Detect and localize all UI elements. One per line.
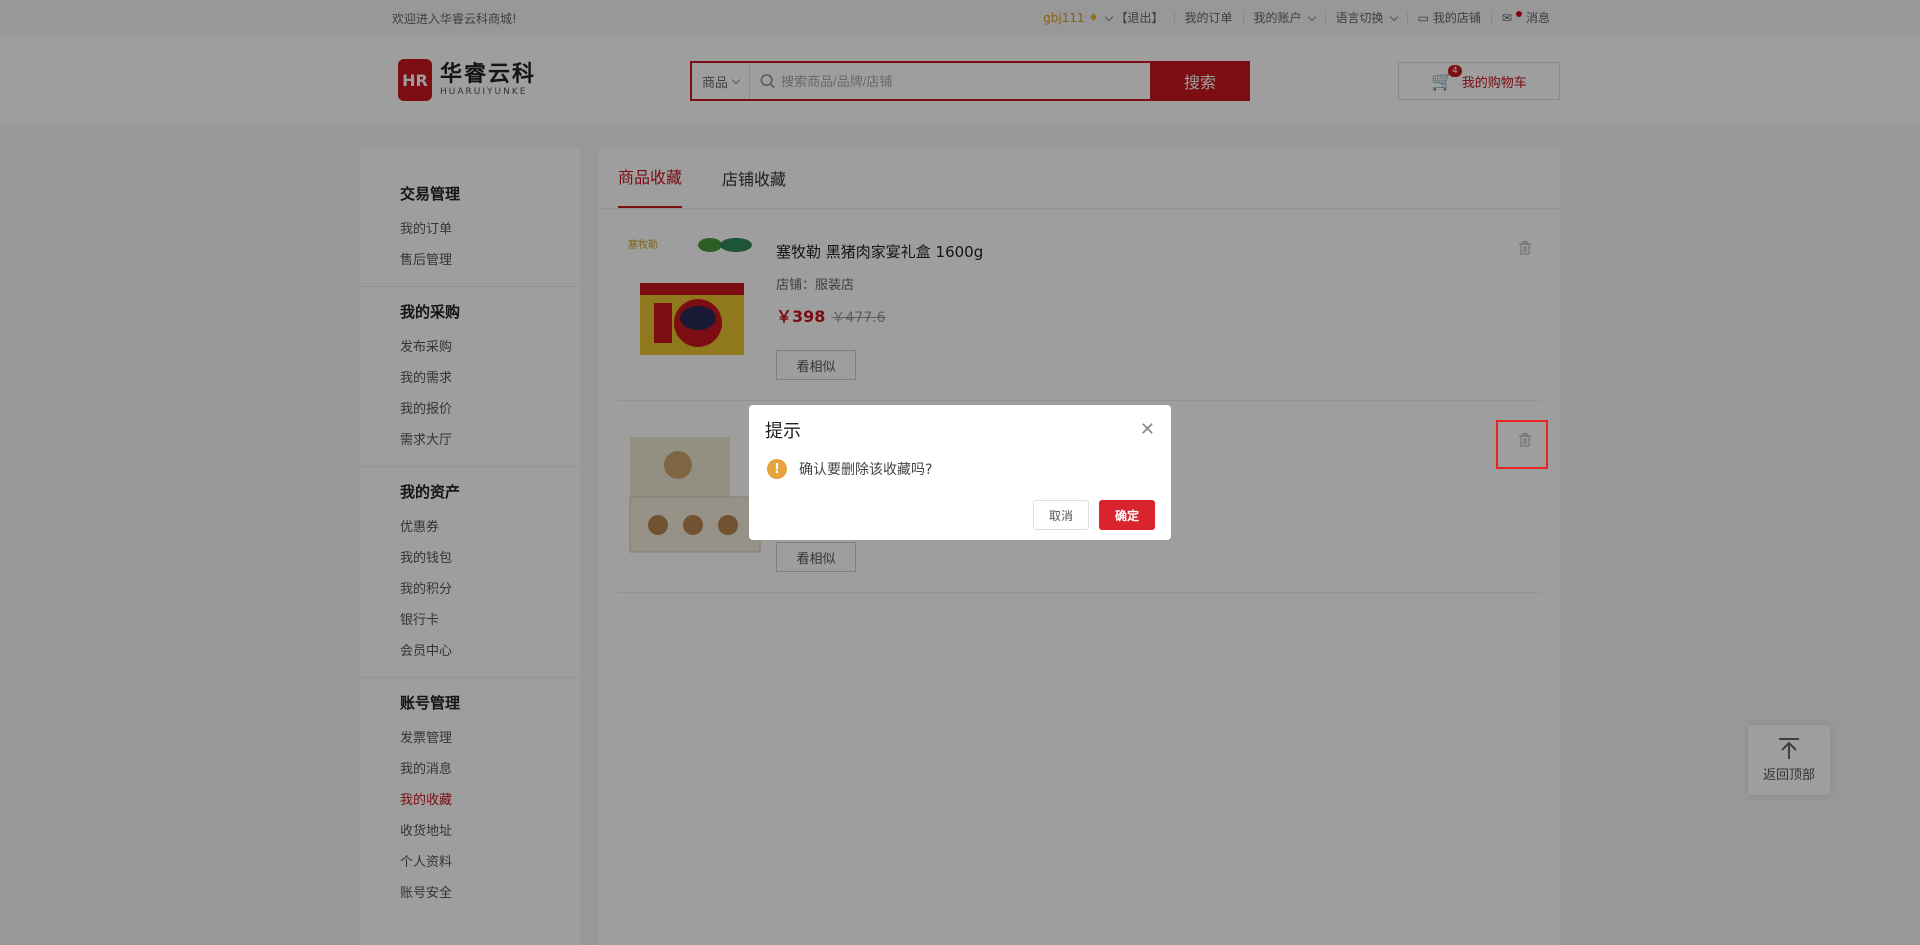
dialog-message: 确认要删除该收藏吗?	[799, 462, 933, 478]
close-icon[interactable]: ✕	[1140, 419, 1155, 440]
delete-target-highlight	[1496, 420, 1548, 469]
confirm-button[interactable]: 确定	[1098, 500, 1155, 530]
dialog-title: 提示	[765, 421, 801, 442]
warning-icon: !	[767, 459, 787, 479]
cancel-button[interactable]: 取消	[1032, 500, 1089, 530]
confirm-dialog: 提示 ✕ ! 确认要删除该收藏吗? 取消 确定	[749, 405, 1171, 540]
